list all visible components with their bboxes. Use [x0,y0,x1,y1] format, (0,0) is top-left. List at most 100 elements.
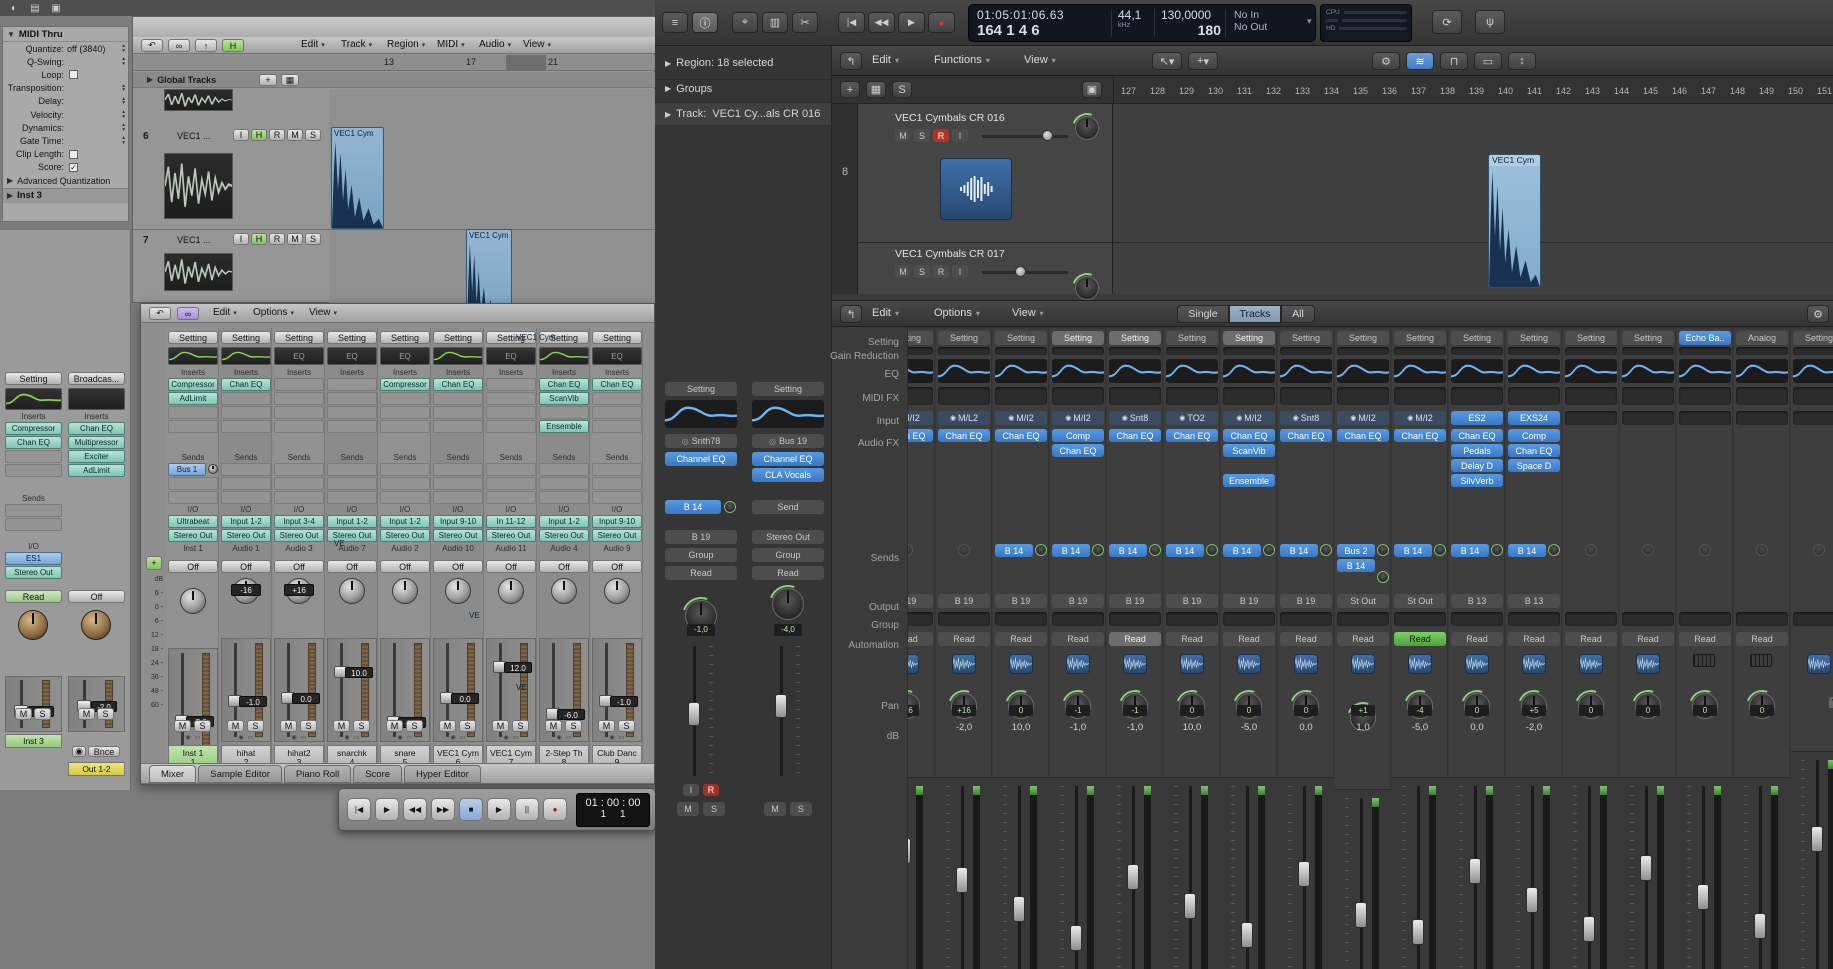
send-slot-empty[interactable] [274,477,324,490]
automation-mode-button[interactable]: Off [592,560,642,573]
input-slot[interactable]: ◉Snt8 [1109,411,1161,425]
eq-display[interactable] [1622,359,1674,383]
group-slot[interactable] [1166,612,1218,626]
send-slot-empty[interactable] [380,491,430,504]
insert-slot-empty[interactable] [274,420,324,433]
solo-button[interactable]: S [34,708,51,720]
record-button[interactable]: R [703,784,719,796]
eq-display[interactable] [1109,359,1161,383]
duplicate-track-button[interactable]: ▦ [866,81,886,98]
setting-button[interactable]: Setting [1337,331,1389,345]
bounce-icon-button[interactable]: ◉ [72,746,86,757]
auto-zoom-icon[interactable]: ↑ [195,39,217,52]
send-knob[interactable] [1263,544,1275,556]
output-slot[interactable]: B 19 [1223,594,1275,608]
advanced-quantization-label[interactable]: Advanced Quantization [17,176,110,186]
automation-mode-button[interactable]: Off [168,560,218,573]
setting-button[interactable]: Setting [1451,331,1503,345]
insert-slot-empty[interactable] [380,392,430,405]
volume-fader[interactable] [1811,826,1823,852]
eq-display[interactable]: EQ [327,347,377,365]
eq-display[interactable] [433,347,483,365]
setting-button[interactable]: Setting [1280,331,1332,345]
send-slot-empty[interactable] [5,504,62,517]
volume-fader[interactable] [1469,858,1481,884]
insert-slot-empty[interactable] [5,464,62,477]
global-config-button[interactable]: ▦ [281,74,299,86]
mute-button[interactable]: M [227,720,244,732]
volume-fader[interactable] [688,702,700,726]
output-slot[interactable]: B 19 [1052,594,1104,608]
audio-fx-slot[interactable]: Delay D [1451,459,1503,472]
input-slot-empty[interactable] [1622,411,1674,425]
send-slot-empty[interactable] [274,491,324,504]
track-r-button[interactable]: R [933,265,949,278]
param-stepper[interactable]: ▴▾ [122,97,125,106]
automation-mode-button[interactable]: Read [1736,632,1788,646]
volume-fader[interactable] [1013,896,1025,922]
output-slot[interactable]: Stereo Out [380,529,430,542]
mute-button[interactable]: M [439,720,456,732]
transport-position[interactable]: 11 [577,809,649,820]
link-icon[interactable]: ∞ [177,307,199,320]
link-icon[interactable]: ∞ [168,39,190,52]
eq-display[interactable]: EQ [380,347,430,365]
automation-mode-button[interactable]: Off [221,560,271,573]
insert-slot-empty[interactable] [274,378,324,391]
insert-slot-empty[interactable] [486,378,536,391]
insert-slot-empty[interactable] [274,392,324,405]
automation-mode-button[interactable]: Read [995,632,1047,646]
track-s-button[interactable]: S [914,265,930,278]
setting-button[interactable]: Setting [1508,331,1560,345]
cycle-button[interactable]: ⟳ [1432,10,1462,34]
setting-button[interactable]: Setting [221,331,271,344]
volume-fader[interactable] [1070,925,1082,951]
send-slot-empty[interactable] [274,463,324,476]
solo-button[interactable]: S [892,81,912,98]
menu-options[interactable]: Options▾ [934,307,980,319]
input-slot[interactable]: ◉TO2 [1166,411,1218,425]
insert-slot-empty[interactable] [433,406,483,419]
eq-display[interactable] [221,347,271,365]
tab-sample-editor[interactable]: Sample Editor [198,765,282,783]
param-stepper[interactable]: ▴▾ [122,57,125,66]
midi-fx-slot[interactable] [1451,387,1503,405]
pan-knob[interactable] [551,578,577,604]
param-stepper[interactable]: ▴▾ [122,84,125,93]
setting-button[interactable]: Setting [1565,331,1617,345]
send-slot[interactable]: B 14 [1337,559,1375,572]
pointer-tool-menu[interactable]: ↖▾ [1152,52,1182,70]
forward-button[interactable]: ▶▶ [431,798,455,821]
send-slot-empty[interactable] [433,491,483,504]
insert-slot[interactable]: AdLimit [68,464,125,477]
send-slot-empty[interactable] [486,477,536,490]
insert-slot-empty[interactable] [592,420,642,433]
track-s-button[interactable]: S [305,129,321,141]
setting-button[interactable]: Setting [1394,331,1446,345]
automation-mode-button[interactable]: Off [486,560,536,573]
audio-fx-slot[interactable]: Chan EQ [1451,429,1503,442]
output-slot[interactable]: B 19 [665,530,737,544]
audio-fx-slot[interactable]: Chan EQ [938,429,990,442]
tab-mixer[interactable]: Mixer [149,765,196,783]
input-slot[interactable]: Input 1-2 [221,515,271,528]
menu-view[interactable]: View▾ [1024,54,1056,66]
send-knob[interactable] [724,501,736,513]
send-slot-empty[interactable] [327,477,377,490]
pan-knob[interactable] [604,578,630,604]
solo-button[interactable]: S [459,720,476,732]
automation-mode-button[interactable]: Read [1508,632,1560,646]
send-slot-empty[interactable] [592,463,642,476]
eq-display[interactable] [539,347,589,365]
midi-fx-slot[interactable] [1223,387,1275,405]
track-i-button[interactable]: I [952,265,968,278]
send-slot[interactable]: B 14 [1394,544,1432,557]
automation-mode-button[interactable]: Off [539,560,589,573]
app-icon-1[interactable]: ◐ [6,1,22,15]
group-slot[interactable] [1793,612,1833,626]
eq-display[interactable] [168,347,218,365]
volume-fader[interactable] [1697,884,1709,910]
inspector-title[interactable]: MIDI Thru [19,29,63,40]
menu-audio[interactable]: Audio▾ [479,39,511,50]
pan-knob[interactable] [772,588,804,620]
